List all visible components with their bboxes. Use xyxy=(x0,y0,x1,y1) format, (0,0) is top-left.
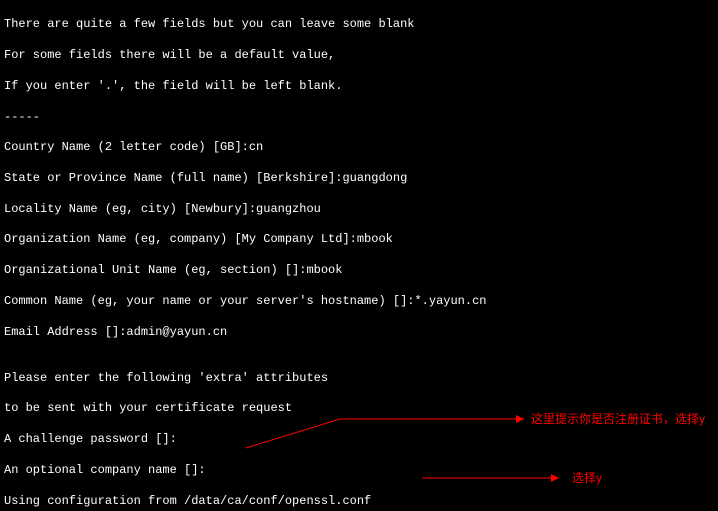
term-line: Organizational Unit Name (eg, section) [… xyxy=(4,263,714,278)
term-line: Using configuration from /data/ca/conf/o… xyxy=(4,494,714,509)
terminal-output: There are quite a few fields but you can… xyxy=(0,0,718,511)
term-line: State or Province Name (full name) [Berk… xyxy=(4,171,714,186)
annotation-text-commit: 选择y xyxy=(572,471,602,486)
term-line: For some fields there will be a default … xyxy=(4,48,714,63)
term-line: Country Name (2 letter code) [GB]:cn xyxy=(4,140,714,155)
annotation-text-sign: 这里提示你是否注册证书，选择y xyxy=(531,412,705,427)
term-line: Organization Name (eg, company) [My Comp… xyxy=(4,232,714,247)
term-line: An optional company name []: xyxy=(4,463,714,478)
term-line: If you enter '.', the field will be left… xyxy=(4,79,714,94)
term-line: Locality Name (eg, city) [Newbury]:guang… xyxy=(4,202,714,217)
term-line: A challenge password []: xyxy=(4,432,714,447)
term-line: Please enter the following 'extra' attri… xyxy=(4,371,714,386)
term-line: There are quite a few fields but you can… xyxy=(4,17,714,32)
term-line: ----- xyxy=(4,110,714,125)
term-line: Common Name (eg, your name or your serve… xyxy=(4,294,714,309)
term-line: Email Address []:admin@yayun.cn xyxy=(4,325,714,340)
